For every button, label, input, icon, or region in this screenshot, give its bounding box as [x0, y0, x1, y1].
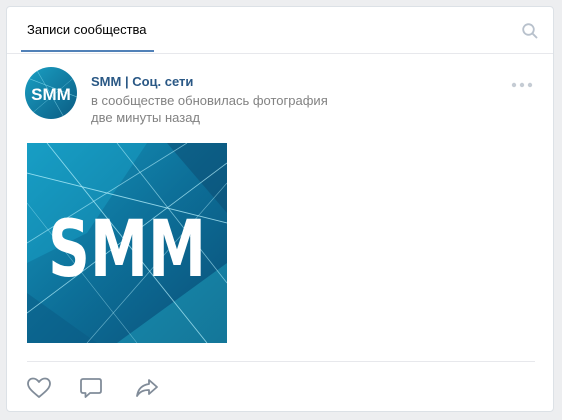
avatar[interactable]: SMM	[25, 67, 77, 119]
photo-text: SMM	[48, 205, 206, 295]
post-action-text: в сообществе обновилась фотография	[91, 93, 328, 108]
search-icon[interactable]	[521, 22, 539, 40]
comment-icon[interactable]	[77, 375, 105, 401]
heart-icon[interactable]	[25, 375, 53, 401]
active-tab-indicator	[21, 50, 154, 52]
post-photo[interactable]: SMM	[27, 143, 227, 343]
post-time[interactable]: две минуты назад	[91, 110, 200, 125]
author-name[interactable]: SMM | Соц. сети	[91, 74, 193, 89]
share-icon[interactable]	[133, 375, 161, 401]
tab-community-posts[interactable]: Записи сообщества	[21, 7, 153, 53]
post-header: SMM SMM | Соц. сети в сообществе обновил…	[25, 67, 539, 127]
more-dots-icon[interactable]	[511, 77, 533, 88]
tabs-bar: Записи сообщества	[7, 7, 553, 54]
divider	[27, 361, 535, 362]
community-posts-widget: Записи сообщества SMM SMM | Соц. сети в …	[6, 6, 554, 412]
avatar-text: SMM	[31, 85, 71, 104]
